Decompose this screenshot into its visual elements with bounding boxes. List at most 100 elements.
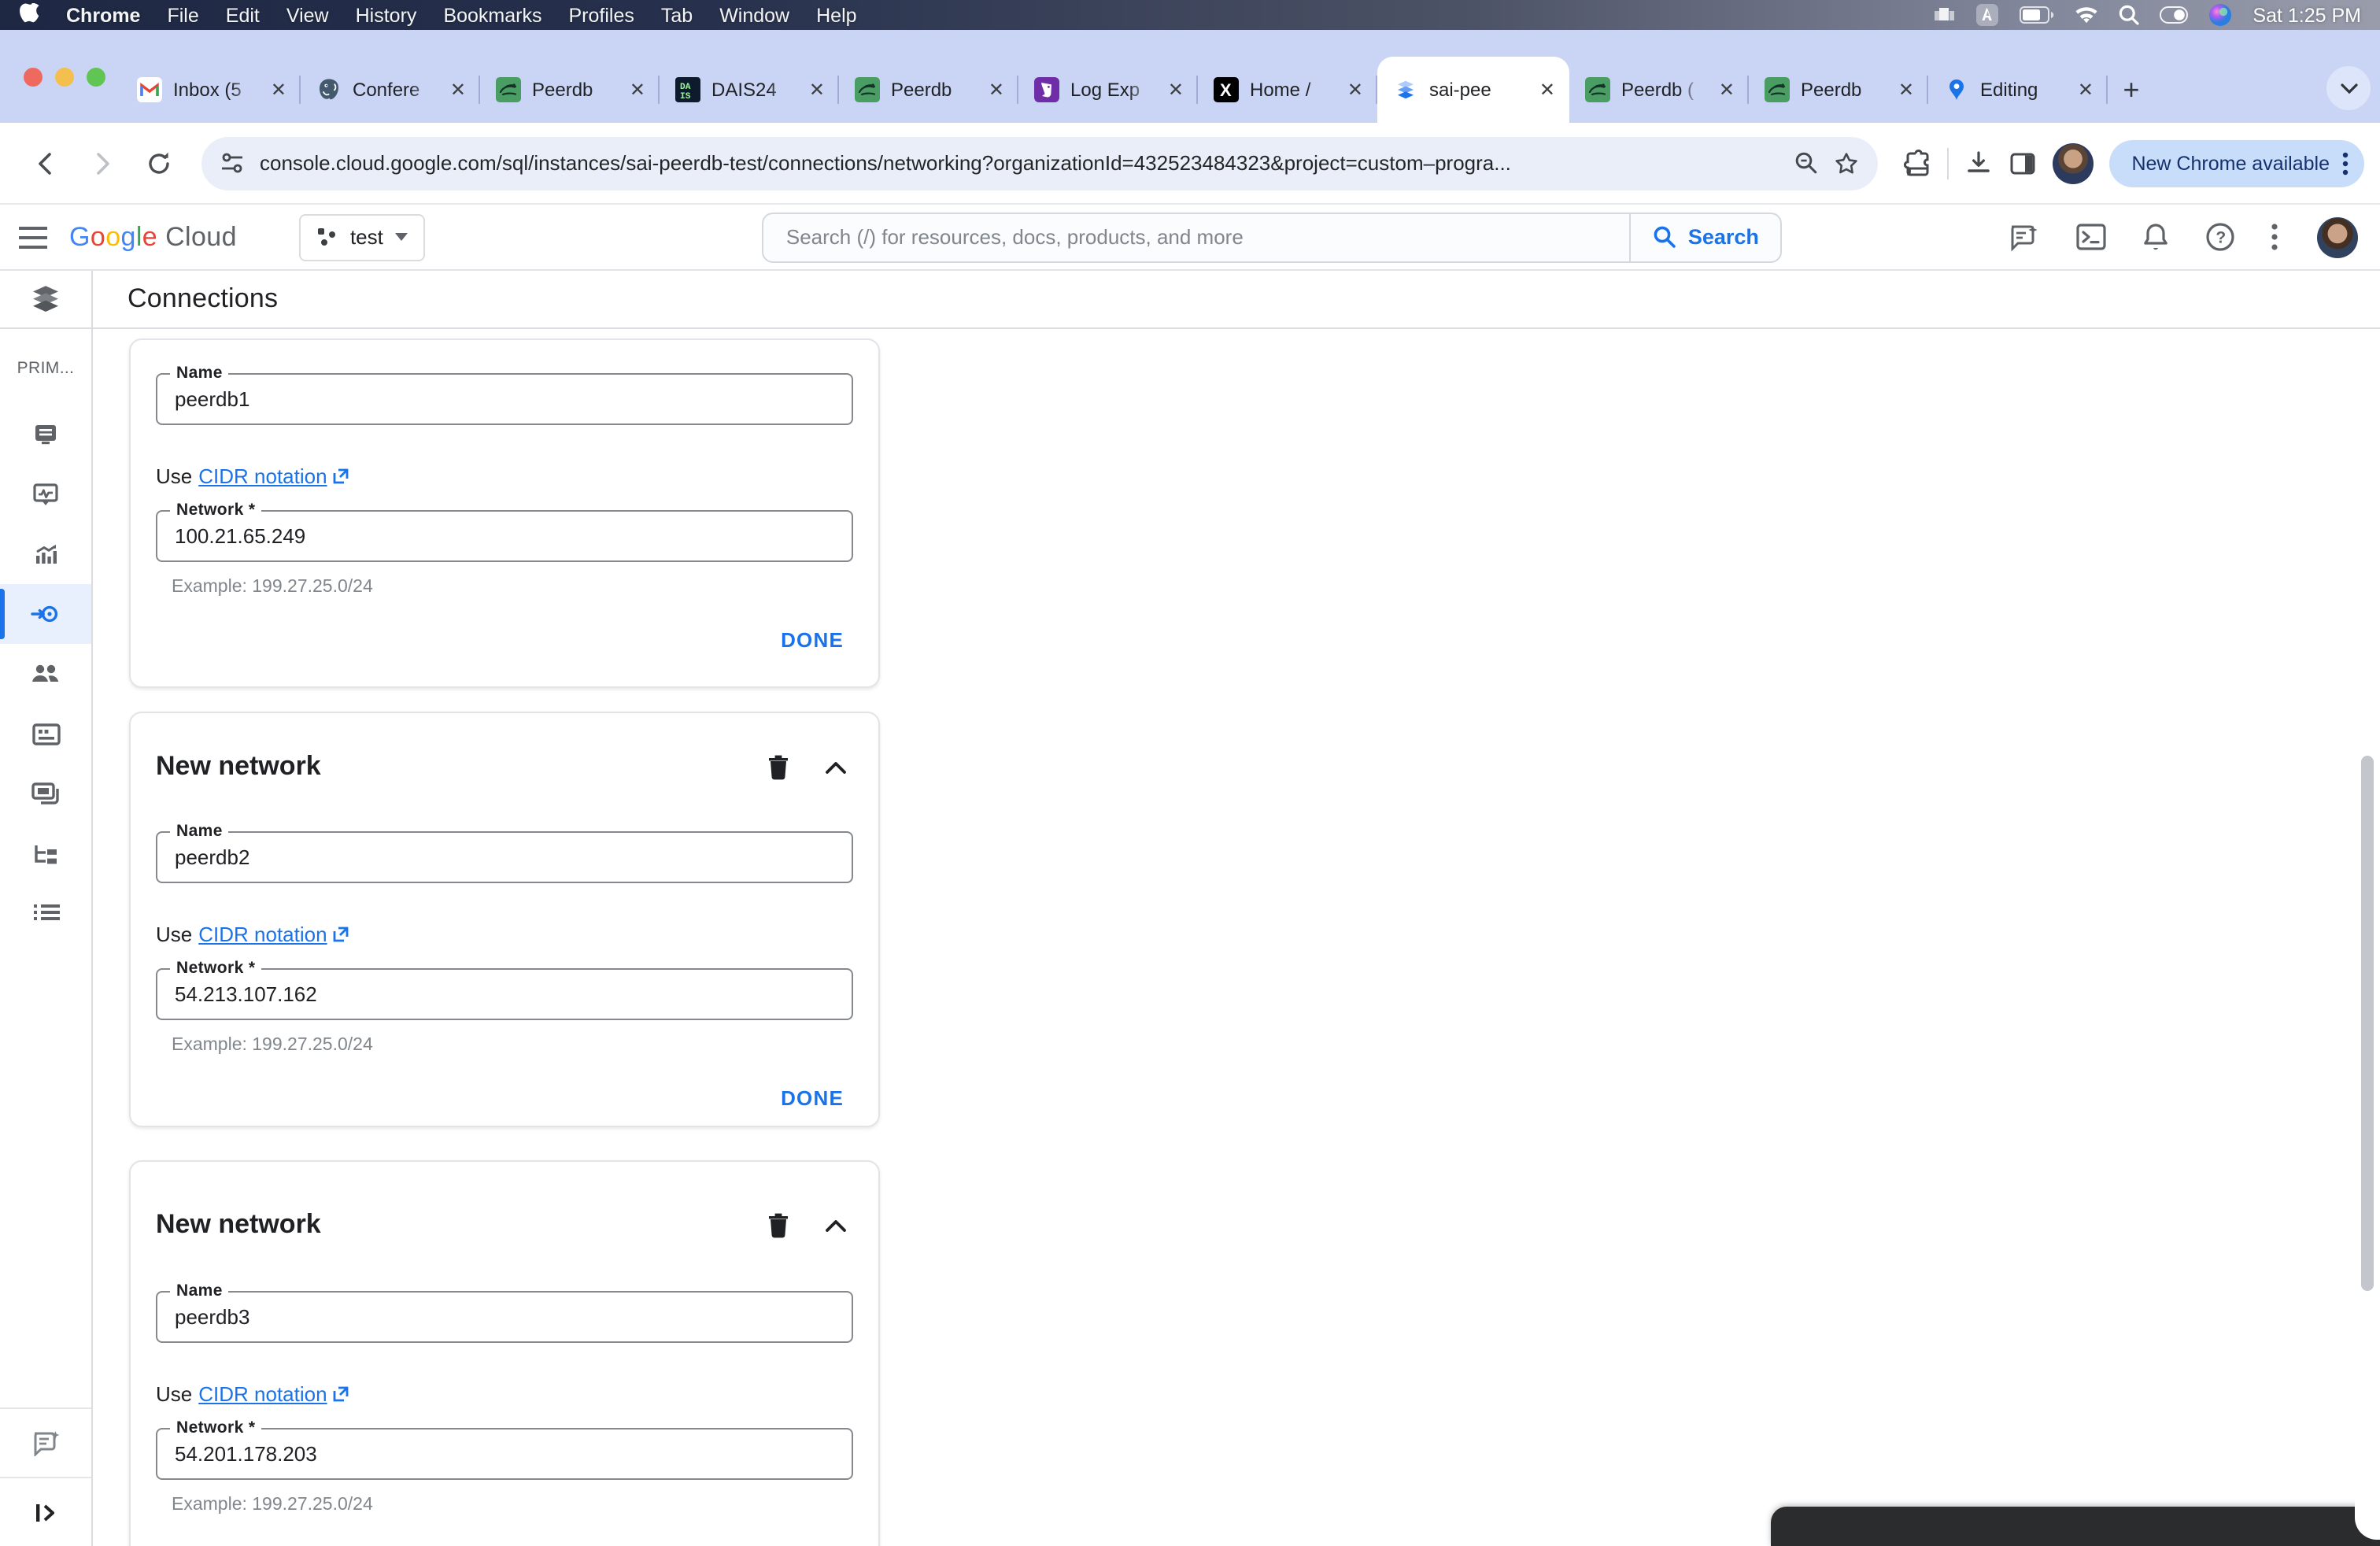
- tab-sai-peerdb-active[interactable]: sai-pee ✕: [1377, 57, 1569, 123]
- menubar-item-edit[interactable]: Edit: [226, 4, 260, 26]
- collapse-card-icon[interactable]: [825, 1218, 847, 1232]
- control-center-icon[interactable]: [2160, 6, 2189, 24]
- delete-icon[interactable]: [767, 753, 790, 780]
- kebab-menu-icon[interactable]: [2342, 150, 2349, 176]
- menubar-item-help[interactable]: Help: [816, 4, 856, 26]
- site-settings-icon[interactable]: [220, 153, 244, 173]
- vertical-scrollbar[interactable]: [2361, 756, 2374, 1291]
- google-cloud-logo[interactable]: Google Cloud: [69, 221, 237, 253]
- url-text[interactable]: console.cloud.google.com/sql/instances/s…: [260, 151, 1779, 175]
- tab-peerdb-3[interactable]: Peerdb ( ✕: [1569, 57, 1749, 123]
- apple-icon[interactable]: [19, 3, 39, 27]
- search-button[interactable]: Search: [1629, 213, 1781, 261]
- omnibox[interactable]: console.cloud.google.com/sql/instances/s…: [201, 136, 1879, 190]
- help-icon[interactable]: ?: [2205, 222, 2235, 252]
- tab-search-chevron[interactable]: [2326, 66, 2371, 110]
- sidebar-item-backups[interactable]: [0, 764, 91, 823]
- tab-close-icon[interactable]: ✕: [1538, 79, 1557, 101]
- tab-dais24[interactable]: DA IS DAIS24 ✕: [660, 57, 839, 123]
- zoom-window-button[interactable]: [87, 67, 105, 86]
- name-value[interactable]: peerdb1: [157, 375, 852, 411]
- tab-peerdb-2[interactable]: Peerdb ✕: [839, 57, 1018, 123]
- tab-close-icon[interactable]: ✕: [449, 79, 468, 101]
- tab-close-icon[interactable]: ✕: [1897, 79, 1916, 101]
- cloud-shell-icon[interactable]: [2076, 224, 2106, 250]
- menubar-item-profiles[interactable]: Profiles: [569, 4, 634, 26]
- name-value[interactable]: peerdb2: [157, 833, 852, 869]
- release-notes-button[interactable]: [0, 1409, 91, 1477]
- tab-conference[interactable]: Confere ✕: [301, 57, 480, 123]
- extensions-icon[interactable]: [1903, 149, 1931, 177]
- search-input[interactable]: [763, 225, 1630, 249]
- network-address-field[interactable]: Network * 100.21.65.249: [156, 501, 853, 562]
- tab-close-icon[interactable]: ✕: [987, 79, 1006, 101]
- gemini-assist-icon[interactable]: [2009, 223, 2040, 251]
- sidebar-item-replicas[interactable]: [0, 823, 91, 883]
- close-window-button[interactable]: [24, 67, 42, 86]
- done-button[interactable]: DONE: [771, 1543, 853, 1546]
- chrome-update-button[interactable]: New Chrome available: [2109, 139, 2364, 187]
- tab-close-icon[interactable]: ✕: [1166, 79, 1185, 101]
- cloud-sql-logo[interactable]: [0, 271, 91, 329]
- cidr-notation-link[interactable]: CIDR notation: [198, 464, 349, 488]
- cidr-notation-link[interactable]: CIDR notation: [198, 1382, 349, 1406]
- menubar-item-view[interactable]: View: [286, 4, 329, 26]
- sidebar-item-query-insights[interactable]: [0, 464, 91, 524]
- sidebar-item-databases[interactable]: [0, 704, 91, 764]
- tab-close-icon[interactable]: ✕: [808, 79, 826, 101]
- network-name-field[interactable]: Name peerdb3: [156, 1282, 853, 1343]
- menubar-item-file[interactable]: File: [167, 4, 198, 26]
- menubar-clock[interactable]: Sat 1:25 PM: [2252, 4, 2361, 26]
- minimize-window-button[interactable]: [55, 67, 74, 86]
- tab-close-icon[interactable]: ✕: [628, 79, 647, 101]
- sidebar-item-connections[interactable]: [0, 584, 91, 644]
- network-address-field[interactable]: Network * 54.201.178.203: [156, 1418, 853, 1480]
- menubar-item-bookmarks[interactable]: Bookmarks: [443, 4, 541, 26]
- tab-log-explorer[interactable]: Log Exp ✕: [1018, 57, 1198, 123]
- notifications-bell-icon[interactable]: [2142, 222, 2169, 252]
- menubar-app-name[interactable]: Chrome: [66, 4, 140, 26]
- collapse-card-icon[interactable]: [825, 760, 847, 774]
- console-search[interactable]: Search: [762, 212, 1783, 262]
- tab-close-icon[interactable]: ✕: [269, 79, 288, 101]
- back-button[interactable]: [22, 139, 69, 187]
- project-selector[interactable]: test: [299, 213, 426, 261]
- display-mirroring-icon[interactable]: [1933, 6, 1955, 24]
- network-name-field[interactable]: Name peerdb2: [156, 822, 853, 883]
- tab-close-icon[interactable]: ✕: [2076, 79, 2095, 101]
- menubar-item-window[interactable]: Window: [719, 4, 789, 26]
- tab-close-icon[interactable]: ✕: [1346, 79, 1365, 101]
- delete-icon[interactable]: [767, 1211, 790, 1238]
- reload-button[interactable]: [135, 139, 183, 187]
- network-address-field[interactable]: Network * 54.213.107.162: [156, 959, 853, 1020]
- hamburger-menu-icon[interactable]: [19, 226, 47, 248]
- download-icon[interactable]: [1964, 149, 1993, 177]
- bookmark-star-icon[interactable]: [1834, 150, 1859, 176]
- account-avatar[interactable]: [2317, 216, 2358, 257]
- zoom-icon[interactable]: [1794, 151, 1818, 175]
- done-button[interactable]: DONE: [771, 1083, 853, 1113]
- name-value[interactable]: peerdb3: [157, 1293, 852, 1329]
- wifi-icon[interactable]: [2075, 6, 2098, 24]
- menubar-item-tab[interactable]: Tab: [661, 4, 693, 26]
- network-name-field[interactable]: Name peerdb1: [156, 364, 853, 425]
- cidr-notation-link[interactable]: CIDR notation: [198, 923, 349, 946]
- tab-peerdb-4[interactable]: Peerdb ✕: [1749, 57, 1928, 123]
- spotlight-search-icon[interactable]: [2119, 5, 2140, 25]
- done-button[interactable]: DONE: [771, 625, 853, 655]
- tab-close-icon[interactable]: ✕: [1717, 79, 1736, 101]
- tab-x-home[interactable]: X Home / ✕: [1198, 57, 1377, 123]
- menubar-item-history[interactable]: History: [356, 4, 417, 26]
- sidebar-item-system-insights[interactable]: [0, 524, 91, 584]
- tab-peerdb-1[interactable]: Peerdb ✕: [480, 57, 660, 123]
- new-tab-button[interactable]: +: [2108, 57, 2155, 123]
- siri-icon[interactable]: [2208, 3, 2232, 27]
- sidebar-item-users[interactable]: [0, 644, 91, 704]
- sidebar-item-operations[interactable]: [0, 883, 91, 943]
- more-options-icon[interactable]: [2271, 224, 2278, 250]
- forward-button[interactable]: [79, 139, 126, 187]
- tab-editing[interactable]: Editing ✕: [1928, 57, 2108, 123]
- browser-profile-avatar[interactable]: [2053, 142, 2094, 183]
- tab-inbox[interactable]: Inbox (5 ✕: [121, 57, 301, 123]
- collapse-sidebar-button[interactable]: [0, 1478, 91, 1546]
